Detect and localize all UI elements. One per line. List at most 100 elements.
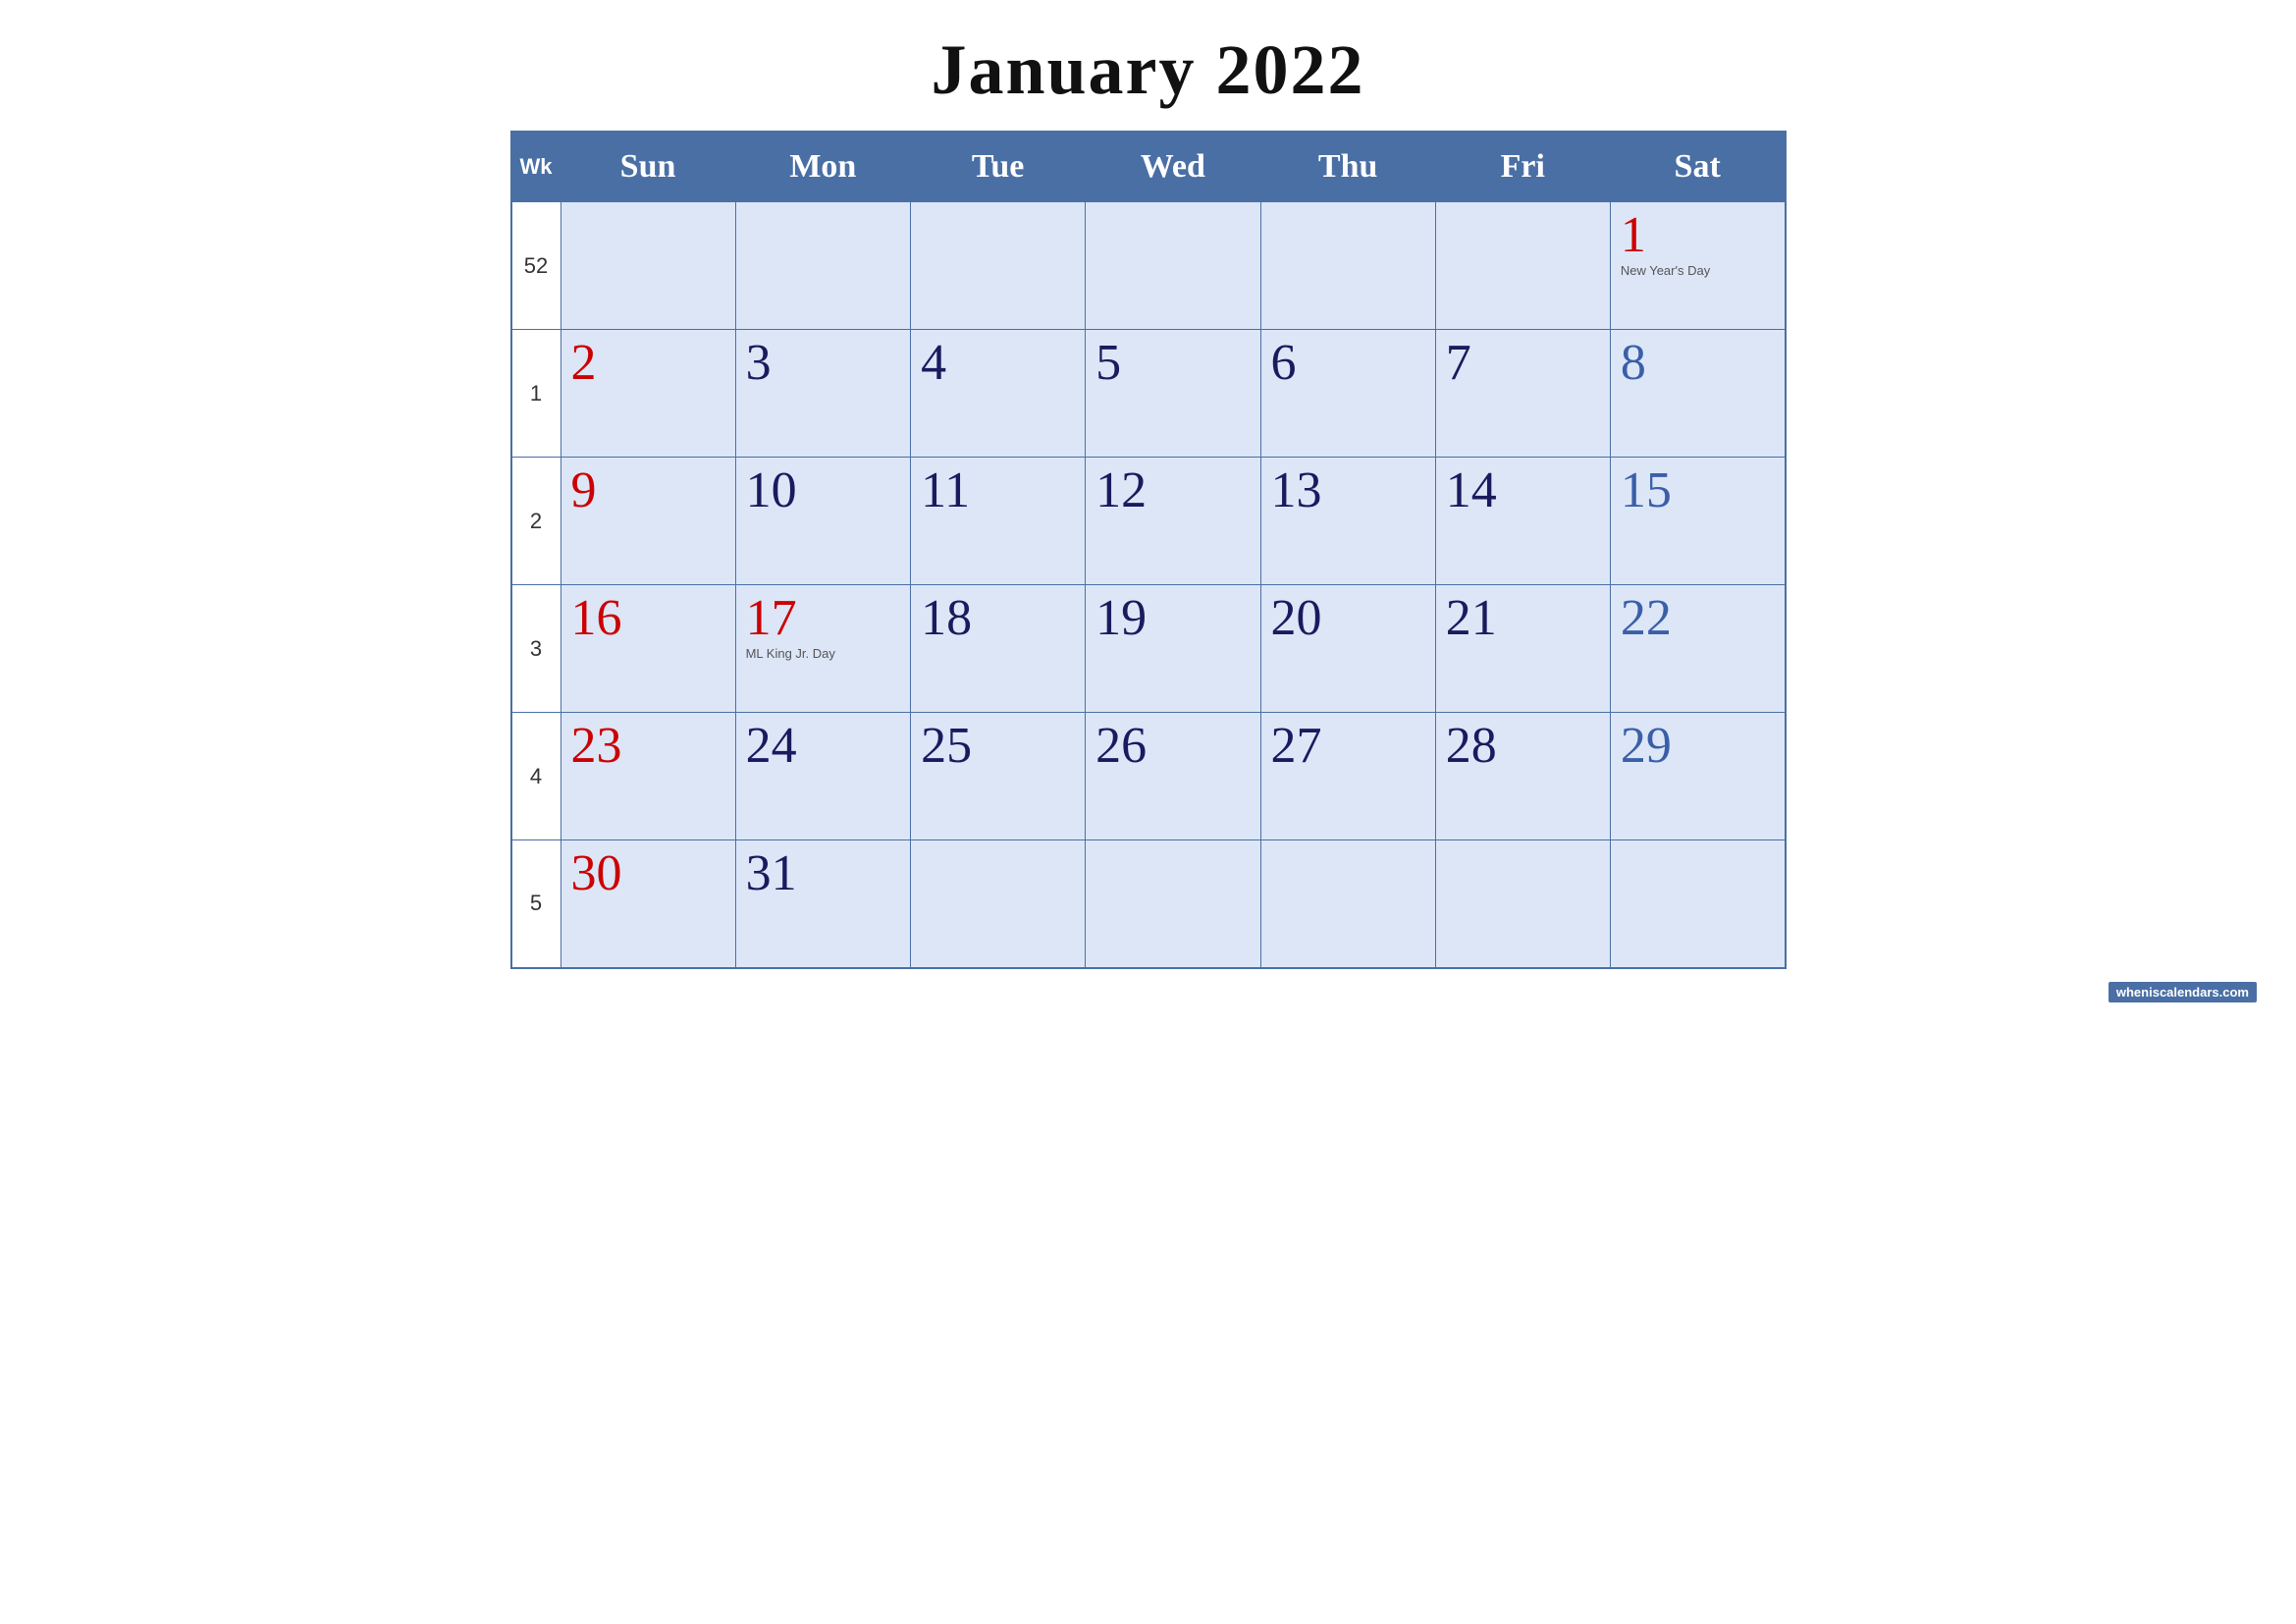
day-number: 15 [1621,465,1775,516]
day-cell: 31 [735,840,910,968]
col-header-wed: Wed [1086,132,1260,202]
table-row: 423 24 25 26 27 28 29 [511,713,1786,840]
day-number: 13 [1271,465,1425,516]
day-cell: 9 [561,458,735,585]
day-cell: 30 [561,840,735,968]
day-cell: 3 [735,330,910,458]
day-cell: 2 [561,330,735,458]
page-title: January 2022 [931,29,1364,111]
day-number: 31 [746,848,900,899]
calendar: Wk Sun Mon Tue Wed Thu Fri Sat 521New Ye… [510,131,1787,969]
day-cell: 27 [1260,713,1435,840]
day-cell [1435,202,1610,330]
week-number: 1 [511,330,561,458]
day-number: 11 [921,465,1075,516]
col-header-wk: Wk [511,132,561,202]
day-cell [911,840,1086,968]
day-number: 3 [746,338,900,389]
day-cell: 24 [735,713,910,840]
day-number: 17 [746,593,900,644]
day-number: 8 [1621,338,1775,389]
day-cell: 21 [1435,585,1610,713]
day-number: 4 [921,338,1075,389]
day-number: 28 [1446,721,1600,772]
table-row: 52 1 New Year's Day [511,202,1786,330]
day-cell: 19 [1086,585,1260,713]
week-number: 5 [511,840,561,968]
day-cell: 22 [1610,585,1785,713]
day-number: 10 [746,465,900,516]
day-number: 12 [1095,465,1250,516]
day-number: 16 [571,593,725,644]
day-cell: 4 [911,330,1086,458]
day-cell: 11 [911,458,1086,585]
table-row: 12345678 [511,330,1786,458]
day-cell: 6 [1260,330,1435,458]
day-number: 1 [1621,210,1775,261]
day-cell: 1 New Year's Day [1610,202,1785,330]
day-cell [911,202,1086,330]
day-number: 26 [1095,721,1250,772]
day-number: 18 [921,593,1075,644]
day-cell [1086,202,1260,330]
col-header-tue: Tue [911,132,1086,202]
day-number: 6 [1271,338,1425,389]
day-cell: 16 [561,585,735,713]
col-header-fri: Fri [1435,132,1610,202]
day-number: 23 [571,721,725,772]
watermark-link[interactable]: wheniscalendars.com [2109,982,2257,1002]
week-number: 52 [511,202,561,330]
table-row: 29 10 11 12 13 14 15 [511,458,1786,585]
day-cell: 15 [1610,458,1785,585]
day-cell [735,202,910,330]
day-cell: 7 [1435,330,1610,458]
calendar-table: Wk Sun Mon Tue Wed Thu Fri Sat 521New Ye… [510,131,1787,969]
day-number: 14 [1446,465,1600,516]
day-number: 27 [1271,721,1425,772]
week-number: 3 [511,585,561,713]
week-number: 4 [511,713,561,840]
day-cell: 13 [1260,458,1435,585]
day-cell: 17 ML King Jr. Day [735,585,910,713]
day-cell: 29 [1610,713,1785,840]
day-cell: 25 [911,713,1086,840]
day-number: 5 [1095,338,1250,389]
table-row: 316 17 ML King Jr. Day 18 19 20 21 22 [511,585,1786,713]
week-number: 2 [511,458,561,585]
day-cell: 28 [1435,713,1610,840]
day-cell [561,202,735,330]
day-cell [1260,202,1435,330]
holiday-label: New Year's Day [1621,263,1775,279]
day-number: 22 [1621,593,1775,644]
day-cell: 26 [1086,713,1260,840]
day-cell [1260,840,1435,968]
col-header-sun: Sun [561,132,735,202]
day-number: 24 [746,721,900,772]
watermark: wheniscalendars.com [2109,985,2257,1000]
day-number: 9 [571,465,725,516]
day-number: 19 [1095,593,1250,644]
day-number: 7 [1446,338,1600,389]
holiday-label: ML King Jr. Day [746,646,900,662]
table-row: 530 31 [511,840,1786,968]
day-cell: 5 [1086,330,1260,458]
day-cell [1086,840,1260,968]
day-cell: 8 [1610,330,1785,458]
day-cell: 23 [561,713,735,840]
day-number: 21 [1446,593,1600,644]
col-header-sat: Sat [1610,132,1785,202]
col-header-mon: Mon [735,132,910,202]
day-cell: 12 [1086,458,1260,585]
day-number: 20 [1271,593,1425,644]
day-number: 25 [921,721,1075,772]
day-cell: 18 [911,585,1086,713]
day-number: 29 [1621,721,1775,772]
day-cell: 10 [735,458,910,585]
day-cell [1435,840,1610,968]
day-cell [1610,840,1785,968]
day-number: 2 [571,338,725,389]
day-number: 30 [571,848,725,899]
col-header-thu: Thu [1260,132,1435,202]
header-row: Wk Sun Mon Tue Wed Thu Fri Sat [511,132,1786,202]
day-cell: 20 [1260,585,1435,713]
